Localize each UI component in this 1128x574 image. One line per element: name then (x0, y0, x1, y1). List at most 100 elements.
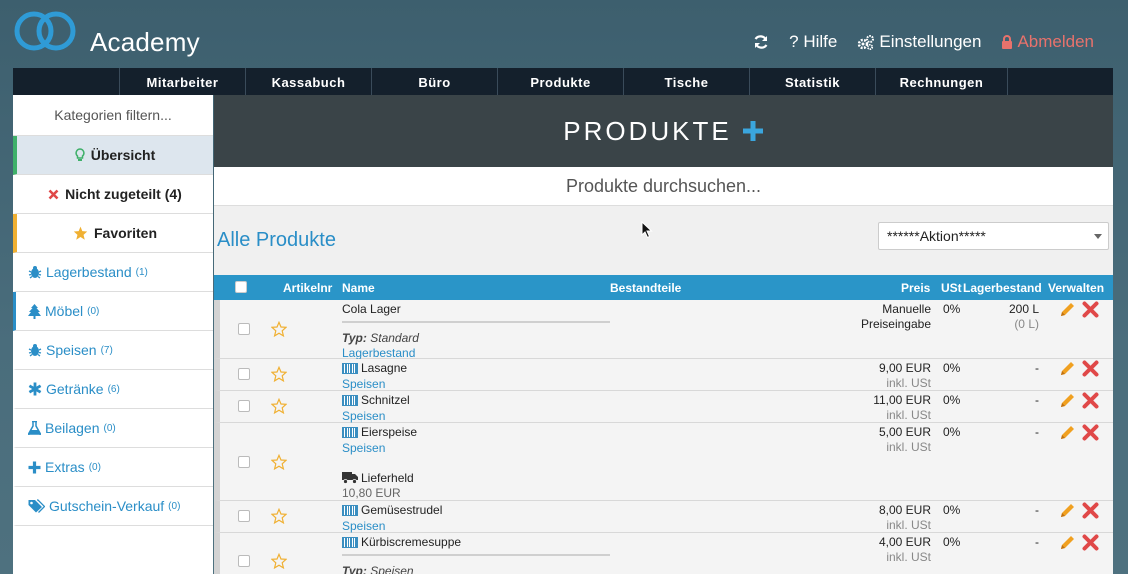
col-preis[interactable]: Preis (901, 281, 930, 295)
nav-item-kassabuch[interactable]: Kassabuch (245, 68, 371, 95)
help-label: ? Hilfe (789, 32, 838, 51)
sidebar-category-count: (0) (87, 305, 100, 317)
product-search-input[interactable] (214, 167, 1113, 205)
category-filter-input[interactable] (13, 95, 213, 135)
pencil-icon[interactable] (1059, 425, 1075, 441)
row-checkbox[interactable] (238, 456, 250, 468)
delete-icon[interactable] (1082, 301, 1099, 318)
col-lagerbestand[interactable]: Lagerbestand (963, 281, 1042, 295)
product-name-wrap[interactable]: Lasagne (342, 361, 407, 375)
lightbulb-icon (75, 148, 85, 161)
product-price: 9,00 EUR (878, 361, 931, 375)
product-name-wrap[interactable]: Schnitzel (342, 393, 410, 407)
chevron-down-icon (1094, 234, 1102, 239)
star-outline-icon[interactable] (271, 321, 287, 337)
product-price-note: inkl. USt (886, 518, 931, 532)
table-row: Schnitzel Speisen 11,00 EUR inkl. USt 0%… (214, 391, 1113, 423)
col-ust[interactable]: USt (941, 281, 962, 295)
delete-icon[interactable] (1082, 360, 1099, 377)
bug-icon (28, 266, 42, 279)
sidebar-item-unassigned[interactable]: Nicht zugeteilt (4) (13, 175, 213, 214)
sidebar-item-extras[interactable]: Extras (0) (13, 448, 213, 487)
product-price: 5,00 EUR (878, 425, 931, 439)
product-category-link[interactable]: Speisen (342, 519, 385, 533)
col-artikelnr[interactable]: Artikelnr (283, 281, 332, 295)
refresh-icon (754, 35, 768, 49)
row-checkbox[interactable] (238, 323, 250, 335)
action-select[interactable]: ******Aktion***** (878, 222, 1109, 250)
brand-name: Academy (90, 27, 200, 57)
academy-logo[interactable] (14, 8, 78, 54)
pencil-icon[interactable] (1059, 393, 1075, 409)
star-outline-icon[interactable] (271, 553, 287, 569)
sidebar-item-beilagen[interactable]: Beilagen (0) (13, 409, 213, 448)
sidebar-item-favorites[interactable]: Favoriten (13, 214, 213, 253)
product-category-link[interactable]: Lagerbestand (342, 346, 415, 360)
action-select-value: ******Aktion***** (887, 228, 986, 244)
sidebar-item-gutschein[interactable]: Gutschein-Verkauf (0) (13, 487, 213, 526)
product-name[interactable]: Cola Lager (342, 302, 401, 316)
star-outline-icon[interactable] (271, 366, 287, 382)
product-category-link[interactable]: Speisen (342, 441, 385, 455)
nav-item-mitarbeiter[interactable]: Mitarbeiter (119, 68, 245, 95)
logout-label: Abmelden (1017, 32, 1094, 51)
product-stock: - (1035, 503, 1039, 517)
close-icon (48, 189, 59, 199)
product-type: Typ: Speisen (342, 564, 414, 574)
nav-item-rechnungen[interactable]: Rechnungen (875, 68, 1008, 95)
product-vat: 0% (943, 302, 961, 316)
star-outline-icon[interactable] (271, 508, 287, 524)
row-checkbox[interactable] (238, 555, 250, 567)
product-category-link[interactable]: Speisen (342, 377, 385, 391)
product-stock-note: (0 L) (1014, 317, 1039, 331)
product-stock: - (1035, 361, 1039, 375)
delete-icon[interactable] (1082, 534, 1099, 551)
pencil-icon[interactable] (1059, 302, 1075, 318)
select-all-checkbox[interactable] (235, 281, 247, 293)
product-price-note: inkl. USt (886, 550, 931, 564)
sidebar-item-lagerbestand[interactable]: Lagerbestand (1) (13, 253, 213, 292)
lock-icon (1002, 35, 1013, 49)
category-filter (13, 95, 213, 136)
product-name-wrap[interactable]: Eierspeise (342, 425, 417, 439)
delete-icon[interactable] (1082, 392, 1099, 409)
refresh-button[interactable] (753, 34, 769, 50)
pencil-icon[interactable] (1059, 361, 1075, 377)
delete-icon[interactable] (1082, 502, 1099, 519)
top-links: ? Hilfe Einstellungen Abmelden (753, 32, 1094, 52)
product-vat: 0% (943, 503, 961, 517)
sidebar-item-moebel[interactable]: Möbel (0) (13, 292, 213, 331)
sidebar-item-overview[interactable]: Übersicht (13, 136, 213, 175)
pencil-icon[interactable] (1059, 503, 1075, 519)
add-product-button[interactable] (742, 120, 764, 142)
product-price-note: inkl. USt (886, 440, 931, 454)
settings-link[interactable]: Einstellungen (857, 32, 981, 52)
product-price: 8,00 EUR (878, 503, 931, 517)
nav-item-buero[interactable]: Büro (371, 68, 497, 95)
row-checkbox[interactable] (238, 368, 250, 380)
row-checkbox[interactable] (238, 510, 250, 522)
nav-item-statistik[interactable]: Statistik (749, 68, 875, 95)
product-stock: 200 L (1008, 302, 1039, 316)
help-link[interactable]: ? Hilfe (789, 32, 837, 52)
table-row: Lasagne Speisen 9,00 EUR inkl. USt 0% - (214, 359, 1113, 391)
product-name-wrap[interactable]: Kürbiscremesuppe (342, 535, 461, 549)
col-bestandteile[interactable]: Bestandteile (610, 281, 681, 295)
star-outline-icon[interactable] (271, 398, 287, 414)
product-name: Gemüsestrudel (361, 503, 443, 517)
col-name[interactable]: Name (342, 281, 375, 295)
pencil-icon[interactable] (1059, 535, 1075, 551)
product-vat: 0% (943, 535, 961, 549)
sidebar-category-count: (1) (135, 266, 148, 278)
nav-item-tische[interactable]: Tische (623, 68, 749, 95)
delete-icon[interactable] (1082, 424, 1099, 441)
sidebar-item-getraenke[interactable]: Getränke (6) (13, 370, 213, 409)
logout-link[interactable]: Abmelden (1001, 32, 1094, 52)
sidebar-item-speisen[interactable]: Speisen (7) (13, 331, 213, 370)
star-outline-icon[interactable] (271, 454, 287, 470)
nav-item-produkte[interactable]: Produkte (497, 68, 623, 95)
product-name-wrap[interactable]: Gemüsestrudel (342, 503, 442, 517)
barcode-icon (342, 426, 358, 438)
row-checkbox[interactable] (238, 400, 250, 412)
product-category-link[interactable]: Speisen (342, 409, 385, 423)
